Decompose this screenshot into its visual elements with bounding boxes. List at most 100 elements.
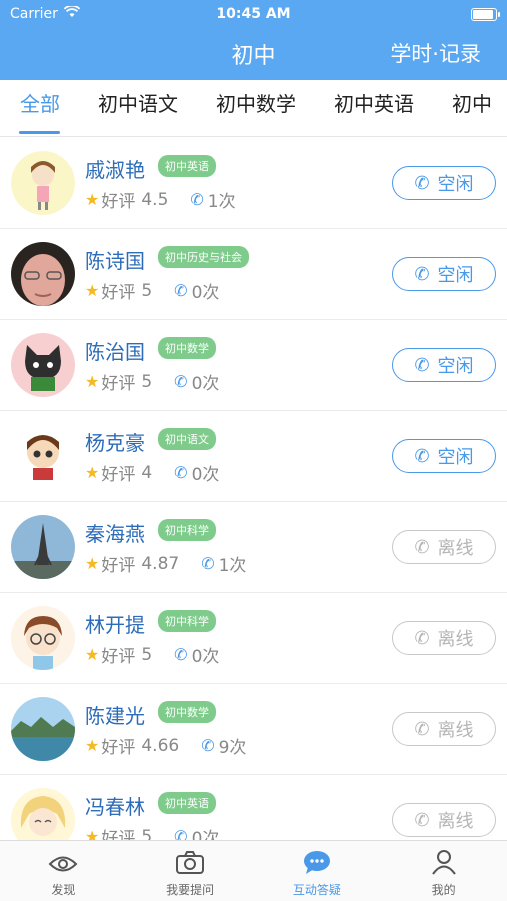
- teacher-row[interactable]: 陈治国 初中数学 ★ 好评 5 ✆ 0次 ✆ 空闲: [0, 320, 507, 411]
- call-button[interactable]: ✆ 空闲: [392, 348, 496, 382]
- phone-icon: ✆: [201, 736, 215, 755]
- status-label: 空闲: [437, 174, 474, 195]
- study-record-button[interactable]: 学时·记录: [390, 38, 481, 68]
- teacher-row[interactable]: 冯春林 初中英语 ★ 好评 5 ✆ 0次 ✆ 离线: [0, 775, 507, 840]
- star-icon: ★: [85, 281, 100, 300]
- rating-label: 好评: [101, 829, 136, 840]
- phone-icon: ✆: [414, 263, 430, 285]
- chat-icon: [254, 841, 381, 875]
- rating-line: ★ 好评 5 ✆ 0次: [85, 824, 219, 841]
- teacher-row[interactable]: 陈建光 初中数学 ★ 好评 4.66 ✆ 9次 ✆ 离线: [0, 684, 507, 775]
- avatar: [11, 697, 75, 761]
- teacher-name: 林开提: [85, 613, 145, 637]
- avatar: [11, 515, 75, 579]
- teacher-row[interactable]: 秦海燕 初中科学 ★ 好评 4.87 ✆ 1次 ✆ 离线: [0, 502, 507, 593]
- tab-more[interactable]: 初中: [433, 80, 507, 136]
- call-button[interactable]: ✆ 空闲: [392, 439, 496, 473]
- teacher-row[interactable]: 戚淑艳 初中英语 ★ 好评 4.5 ✆ 1次 ✆ 空闲: [0, 138, 507, 229]
- teacher-list: 戚淑艳 初中英语 ★ 好评 4.5 ✆ 1次 ✆ 空闲 陈诗国 初中历史与社会 …: [0, 138, 507, 840]
- call-button[interactable]: ✆ 离线: [392, 712, 496, 746]
- rating-label: 好评: [101, 556, 136, 576]
- call-count: 1次: [218, 556, 247, 576]
- subject-tabs: 全部 初中语文 初中数学 初中英语 初中: [0, 80, 507, 137]
- rating-value: 4.5: [141, 189, 169, 210]
- avatar: [11, 424, 75, 488]
- rating-label: 好评: [101, 283, 136, 303]
- teacher-row[interactable]: 杨克豪 初中语文 ★ 好评 4 ✆ 0次 ✆ 空闲: [0, 411, 507, 502]
- call-count: 1次: [207, 192, 236, 212]
- rating-value: 5: [141, 826, 153, 841]
- eye-icon: [0, 841, 127, 875]
- call-button[interactable]: ✆ 离线: [392, 621, 496, 655]
- subject-badge: 初中英语: [158, 155, 216, 177]
- subject-badge: 初中数学: [158, 701, 216, 723]
- phone-icon: ✆: [414, 536, 430, 558]
- phone-icon: ✆: [414, 718, 430, 740]
- rating-label: 好评: [101, 465, 136, 485]
- tab-math[interactable]: 初中数学: [197, 80, 315, 136]
- call-count: 0次: [191, 465, 220, 485]
- teacher-row[interactable]: 林开提 初中科学 ★ 好评 5 ✆ 0次 ✆ 离线: [0, 593, 507, 684]
- bottom-tab-bar: 发现 我要提问 互动答疑 我的: [0, 840, 507, 901]
- subject-badge: 初中数学: [158, 337, 216, 359]
- teacher-name: 戚淑艳: [85, 158, 145, 182]
- tab-chinese[interactable]: 初中语文: [79, 80, 197, 136]
- star-icon: ★: [85, 463, 100, 482]
- rating-label: 好评: [101, 738, 136, 758]
- avatar: [11, 606, 75, 670]
- avatar: [11, 151, 75, 215]
- status-label: 空闲: [437, 356, 474, 377]
- star-icon: ★: [85, 372, 100, 391]
- call-count: 0次: [191, 283, 220, 303]
- status-time: 10:45 AM: [216, 6, 291, 22]
- phone-icon: ✆: [174, 645, 188, 664]
- call-button[interactable]: ✆ 离线: [392, 530, 496, 564]
- rating-line: ★ 好评 5 ✆ 0次: [85, 278, 220, 304]
- call-button[interactable]: ✆ 空闲: [392, 166, 496, 200]
- call-count: 0次: [191, 374, 220, 394]
- rating-value: 4.66: [141, 735, 180, 756]
- bottom-tab-discover[interactable]: 发现: [0, 841, 127, 901]
- status-label: 离线: [437, 629, 474, 650]
- phone-icon: ✆: [174, 827, 188, 840]
- tab-all[interactable]: 全部: [0, 80, 79, 136]
- subject-badge: 初中英语: [158, 792, 216, 814]
- phone-icon: ✆: [190, 190, 204, 209]
- status-label: 离线: [437, 538, 474, 559]
- call-button[interactable]: ✆ 空闲: [392, 257, 496, 291]
- subject-badge: 初中科学: [158, 519, 216, 541]
- bottom-tab-interactive-qa[interactable]: 互动答疑: [254, 841, 381, 901]
- status-label: 离线: [437, 720, 474, 741]
- tab-label: 发现: [51, 883, 76, 897]
- star-icon: ★: [85, 736, 100, 755]
- teacher-name: 陈建光: [85, 704, 145, 728]
- phone-icon: ✆: [174, 281, 188, 300]
- battery-icon: [471, 8, 500, 21]
- person-icon: [380, 841, 507, 875]
- avatar: [11, 333, 75, 397]
- phone-icon: ✆: [414, 172, 430, 194]
- phone-icon: ✆: [174, 463, 188, 482]
- teacher-name: 冯春林: [85, 795, 145, 819]
- status-label: 空闲: [437, 447, 474, 468]
- phone-icon: ✆: [414, 354, 430, 376]
- status-label: 离线: [437, 811, 474, 832]
- header: Carrier 10:45 AM 初中 学时·记录: [0, 0, 507, 80]
- bottom-tab-ask[interactable]: 我要提问: [127, 841, 254, 901]
- tab-english[interactable]: 初中英语: [315, 80, 433, 136]
- teacher-name: 秦海燕: [85, 522, 145, 546]
- teacher-row[interactable]: 陈诗国 初中历史与社会 ★ 好评 5 ✆ 0次 ✆ 空闲: [0, 229, 507, 320]
- subject-badge: 初中语文: [158, 428, 216, 450]
- bottom-tab-mine[interactable]: 我的: [380, 841, 507, 901]
- avatar: [11, 242, 75, 306]
- call-button[interactable]: ✆ 离线: [392, 803, 496, 837]
- rating-value: 5: [141, 280, 153, 301]
- rating-line: ★ 好评 4.66 ✆ 9次: [85, 733, 247, 759]
- rating-label: 好评: [101, 647, 136, 667]
- rating-line: ★ 好评 4.87 ✆ 1次: [85, 551, 247, 577]
- camera-icon: [127, 841, 254, 875]
- status-label: 空闲: [437, 265, 474, 286]
- subject-badge: 初中科学: [158, 610, 216, 632]
- teacher-name: 杨克豪: [85, 431, 145, 455]
- call-count: 9次: [218, 738, 247, 758]
